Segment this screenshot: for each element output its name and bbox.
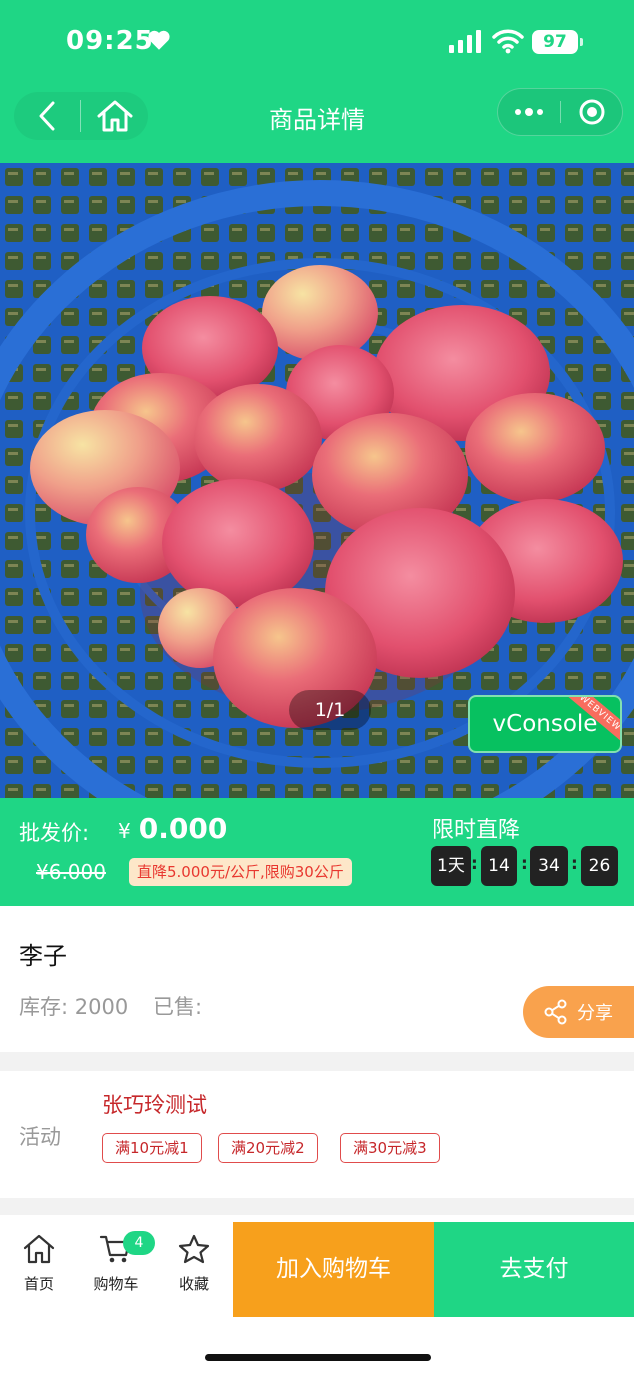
add-to-cart-button[interactable]: 加入购物车 <box>233 1222 434 1317</box>
current-price-value: 0.000 <box>138 812 228 845</box>
signal-icon <box>449 30 481 53</box>
original-price: ¥6.000 <box>36 860 106 884</box>
countdown-separator: : <box>521 854 528 874</box>
share-button[interactable]: 分享 <box>523 986 634 1038</box>
pay-button[interactable]: 去支付 <box>434 1222 634 1317</box>
home-icon <box>23 1234 55 1264</box>
activity-label: 活动 <box>19 1125 61 1149</box>
target-circle-icon <box>579 99 605 125</box>
countdown-minutes: 34 <box>530 846 568 886</box>
vconsole-button[interactable]: vConsole WEBVIEW <box>468 695 622 753</box>
image-counter: 1/1 <box>289 690 371 730</box>
cart-count-badge: 4 <box>123 1231 155 1255</box>
coupon-tag[interactable]: 满10元减1 <box>102 1133 202 1163</box>
wifi-icon <box>492 29 524 54</box>
countdown-seconds: 26 <box>581 846 618 886</box>
price-banner: 批发价: ¥0.000 ¥6.000 直降5.000元/公斤,限购30公斤 限时… <box>0 798 634 906</box>
more-dots-icon <box>515 108 543 116</box>
battery-indicator: 97 <box>532 30 583 54</box>
star-icon <box>178 1234 210 1264</box>
more-button[interactable] <box>498 89 560 135</box>
mini-program-capsule <box>497 88 623 136</box>
activity-card: 活动 张巧玲测试 满10元减1 满20元减2 满30元减3 <box>0 1071 634 1198</box>
promo-tag: 直降5.000元/公斤,限购30公斤 <box>129 858 352 886</box>
heart-icon <box>148 30 170 50</box>
current-price: ¥0.000 <box>118 812 227 845</box>
tab-home-label: 首页 <box>23 1275 54 1293</box>
limited-time-label: 限时直降 <box>432 818 521 843</box>
share-label: 分享 <box>577 1003 613 1024</box>
home-indicator <box>205 1354 431 1361</box>
currency-symbol: ¥ <box>118 819 131 843</box>
stock-count: 库存: 2000 <box>19 995 129 1019</box>
sold-count: 已售: <box>153 995 203 1019</box>
coupon-tag[interactable]: 满20元减2 <box>218 1133 318 1163</box>
countdown-days: 1天 <box>431 846 471 886</box>
tab-favorite[interactable]: 收藏 <box>159 1227 229 1303</box>
share-icon <box>544 999 567 1025</box>
countdown-hours: 14 <box>481 846 517 886</box>
status-bar: 09:25 97 <box>0 0 634 88</box>
product-info-card: 李子 库存: 2000 已售: 分享 <box>0 906 634 1052</box>
header: 09:25 97 商品详情 <box>0 0 634 163</box>
close-button[interactable] <box>561 89 623 135</box>
price-label: 批发价: <box>19 821 90 845</box>
tab-cart-label: 购物车 <box>93 1275 139 1293</box>
tab-home[interactable]: 首页 <box>4 1227 74 1303</box>
tab-favorite-label: 收藏 <box>178 1275 209 1293</box>
product-name: 李子 <box>19 942 67 970</box>
bottom-action-bar: 首页 购物车 4 收藏 加入购物车 去支付 <box>0 1215 634 1373</box>
coupon-tag[interactable]: 满30元减3 <box>340 1133 440 1163</box>
activity-name: 张巧玲测试 <box>102 1093 207 1117</box>
status-time: 09:25 <box>66 26 154 56</box>
vconsole-label: vConsole <box>492 711 598 737</box>
countdown-separator: : <box>471 854 478 874</box>
countdown-separator: : <box>571 854 578 874</box>
